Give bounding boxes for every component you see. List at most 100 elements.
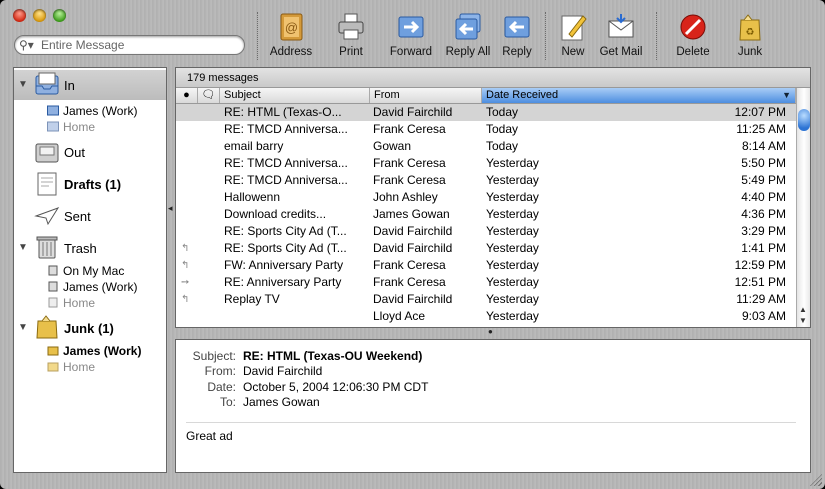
- drawer-resize-handle[interactable]: ◂: [168, 203, 173, 214]
- mailbox-sent[interactable]: Sent: [14, 201, 166, 231]
- preview-to[interactable]: James Gowan: [243, 395, 320, 409]
- account-label: On My Mac: [63, 264, 125, 278]
- minimize-button[interactable]: [33, 9, 46, 22]
- disclosure-triangle-icon[interactable]: ▼: [18, 242, 28, 253]
- status-column-header[interactable]: 🗨: [198, 88, 220, 103]
- drafts-icon: [37, 172, 57, 196]
- mailboxes-pane: ▼ In James (Work) Home Out Drafts (1) Se…: [13, 67, 167, 473]
- reply-all-icon: [455, 13, 481, 40]
- message-row[interactable]: RE: TMCD Anniversa... Frank Ceresa Yesterd…: [176, 172, 796, 189]
- status-icon: ↰: [181, 260, 190, 271]
- mailbox-trash-mac[interactable]: On My Mac: [14, 263, 166, 279]
- message-row[interactable]: RE: Sports City Ad (T... David Fairchild Y…: [176, 223, 796, 240]
- mailbox-trash-home[interactable]: Home: [14, 295, 166, 311]
- mailbox-trash-work[interactable]: James (Work): [14, 279, 166, 295]
- account-label: Home: [63, 296, 96, 310]
- message-from: Frank Ceresa: [373, 173, 446, 187]
- mailbox-trash[interactable]: ▼ Trash: [14, 233, 166, 263]
- scroll-down-arrow-icon[interactable]: ▼: [799, 316, 807, 325]
- message-day: Today: [486, 139, 519, 153]
- message-day: Yesterday: [486, 241, 539, 255]
- preview-from[interactable]: David Fairchild: [243, 364, 322, 378]
- message-day: Yesterday: [486, 275, 539, 289]
- mailbox-out[interactable]: Out: [14, 137, 166, 167]
- disclosure-triangle-icon[interactable]: ▼: [18, 79, 28, 90]
- message-row[interactable]: Download credits... James Gowan Yesterday 4…: [176, 206, 796, 223]
- scroll-up-arrow-icon[interactable]: ▲: [799, 305, 807, 314]
- zoom-button[interactable]: [53, 9, 66, 22]
- pane-splitter[interactable]: ●: [488, 327, 493, 336]
- forward-icon: [398, 16, 424, 38]
- address-button[interactable]: @ Address: [258, 10, 324, 62]
- trash-small-icon: [48, 281, 58, 292]
- from-column-header[interactable]: From: [370, 88, 482, 103]
- message-row[interactable]: ↰ RE: Sports City Ad (T... David Fairchild…: [176, 240, 796, 257]
- message-subject: Download credits...: [224, 207, 327, 221]
- message-row[interactable]: RE: TMCD Anniversa... Frank Ceresa Yesterd…: [176, 155, 796, 172]
- inbox-small-icon: [47, 121, 59, 132]
- message-from: David Fairchild: [373, 241, 453, 255]
- preview-subject: RE: HTML (Texas-OU Weekend): [243, 349, 423, 363]
- mailbox-junk-work[interactable]: James (Work): [14, 343, 166, 359]
- message-row[interactable]: ➙ RE: Anniversary Party Frank Ceresa Yester…: [176, 274, 796, 291]
- message-day: Yesterday: [486, 190, 539, 204]
- message-time: 5:50 PM: [741, 156, 786, 170]
- message-rows: RE: HTML (Texas-O... David Fairchild Today…: [176, 104, 796, 325]
- mailbox-drafts[interactable]: Drafts (1): [14, 169, 166, 199]
- message-subject: RE: Anniversary Party: [224, 275, 342, 289]
- disclosure-triangle-icon[interactable]: ▼: [18, 322, 28, 333]
- message-from: James Gowan: [373, 207, 450, 221]
- message-time: 11:29 AM: [736, 292, 786, 306]
- mailbox-label: Trash: [64, 241, 97, 256]
- message-subject: RE: Sports City Ad (T...: [224, 224, 347, 238]
- magnifier-icon[interactable]: ⚲▾: [19, 38, 34, 52]
- search-field[interactable]: ⚲▾: [14, 35, 245, 55]
- account-label: James (Work): [63, 104, 138, 118]
- get-mail-button[interactable]: Get Mail: [588, 10, 654, 62]
- mailbox-junk[interactable]: ▼ Junk (1): [14, 313, 166, 343]
- message-from: Frank Ceresa: [373, 275, 446, 289]
- mailbox-label: In: [64, 78, 75, 93]
- sort-descending-icon: ▼: [782, 90, 791, 100]
- message-row[interactable]: Hallowenn John Ashley Yesterday 4:40 PM: [176, 189, 796, 206]
- resize-grip[interactable]: [810, 474, 822, 486]
- scroll-thumb[interactable]: [798, 109, 810, 131]
- mailbox-in-home[interactable]: Home: [14, 119, 166, 135]
- account-label: Home: [63, 360, 96, 374]
- account-label: Home: [63, 120, 96, 134]
- message-row[interactable]: Lloyd Ace Yesterday 9:03 AM: [176, 308, 796, 325]
- mailbox-in-work[interactable]: James (Work): [14, 103, 166, 119]
- message-time: 9:03 AM: [741, 309, 786, 323]
- mailbox-label: Out: [64, 145, 85, 160]
- mailbox-junk-home[interactable]: Home: [14, 359, 166, 375]
- mail-window: ⚲▾ @ Address Print Forward: [0, 0, 825, 489]
- date-column-header[interactable]: Date Received ▼: [482, 88, 796, 103]
- mailbox-label: Drafts (1): [64, 177, 122, 192]
- close-button[interactable]: [13, 9, 26, 22]
- speech-bubble-icon: 🗨: [201, 89, 216, 101]
- message-row[interactable]: RE: HTML (Texas-O... David Fairchild Today…: [176, 104, 796, 121]
- print-button[interactable]: Print: [318, 10, 384, 62]
- subject-column-header[interactable]: Subject: [220, 88, 370, 103]
- message-row[interactable]: ↰ FW: Anniversary Party Frank Ceresa Yester…: [176, 257, 796, 274]
- trash-icon: [36, 236, 58, 259]
- message-row[interactable]: email barry Gowan Today 8:14 AM: [176, 138, 796, 155]
- message-row[interactable]: RE: TMCD Anniversa... Frank Ceresa Today 11…: [176, 121, 796, 138]
- message-from: John Ashley: [373, 190, 438, 204]
- message-row[interactable]: ↰ Replay TV David Fairchild Yesterday 11:29 …: [176, 291, 796, 308]
- unread-column-header[interactable]: ●: [176, 88, 198, 103]
- message-subject: FW: Anniversary Party: [224, 258, 344, 272]
- message-day: Yesterday: [486, 156, 539, 170]
- address-label: Address: [269, 46, 313, 58]
- date-label: Date:: [207, 380, 236, 394]
- mailbox-in[interactable]: ▼ In: [14, 70, 166, 100]
- search-input[interactable]: [41, 36, 236, 54]
- junk-button[interactable]: ♻ Junk: [717, 10, 783, 62]
- from-label: From:: [204, 364, 236, 378]
- message-day: Yesterday: [486, 224, 539, 238]
- message-count-bar: 179 messages: [176, 68, 810, 88]
- vertical-scrollbar[interactable]: ▲ ▼: [796, 88, 810, 327]
- address-book-icon: @: [280, 13, 303, 41]
- message-time: 4:40 PM: [741, 190, 786, 204]
- toolbar-separator: [656, 12, 657, 60]
